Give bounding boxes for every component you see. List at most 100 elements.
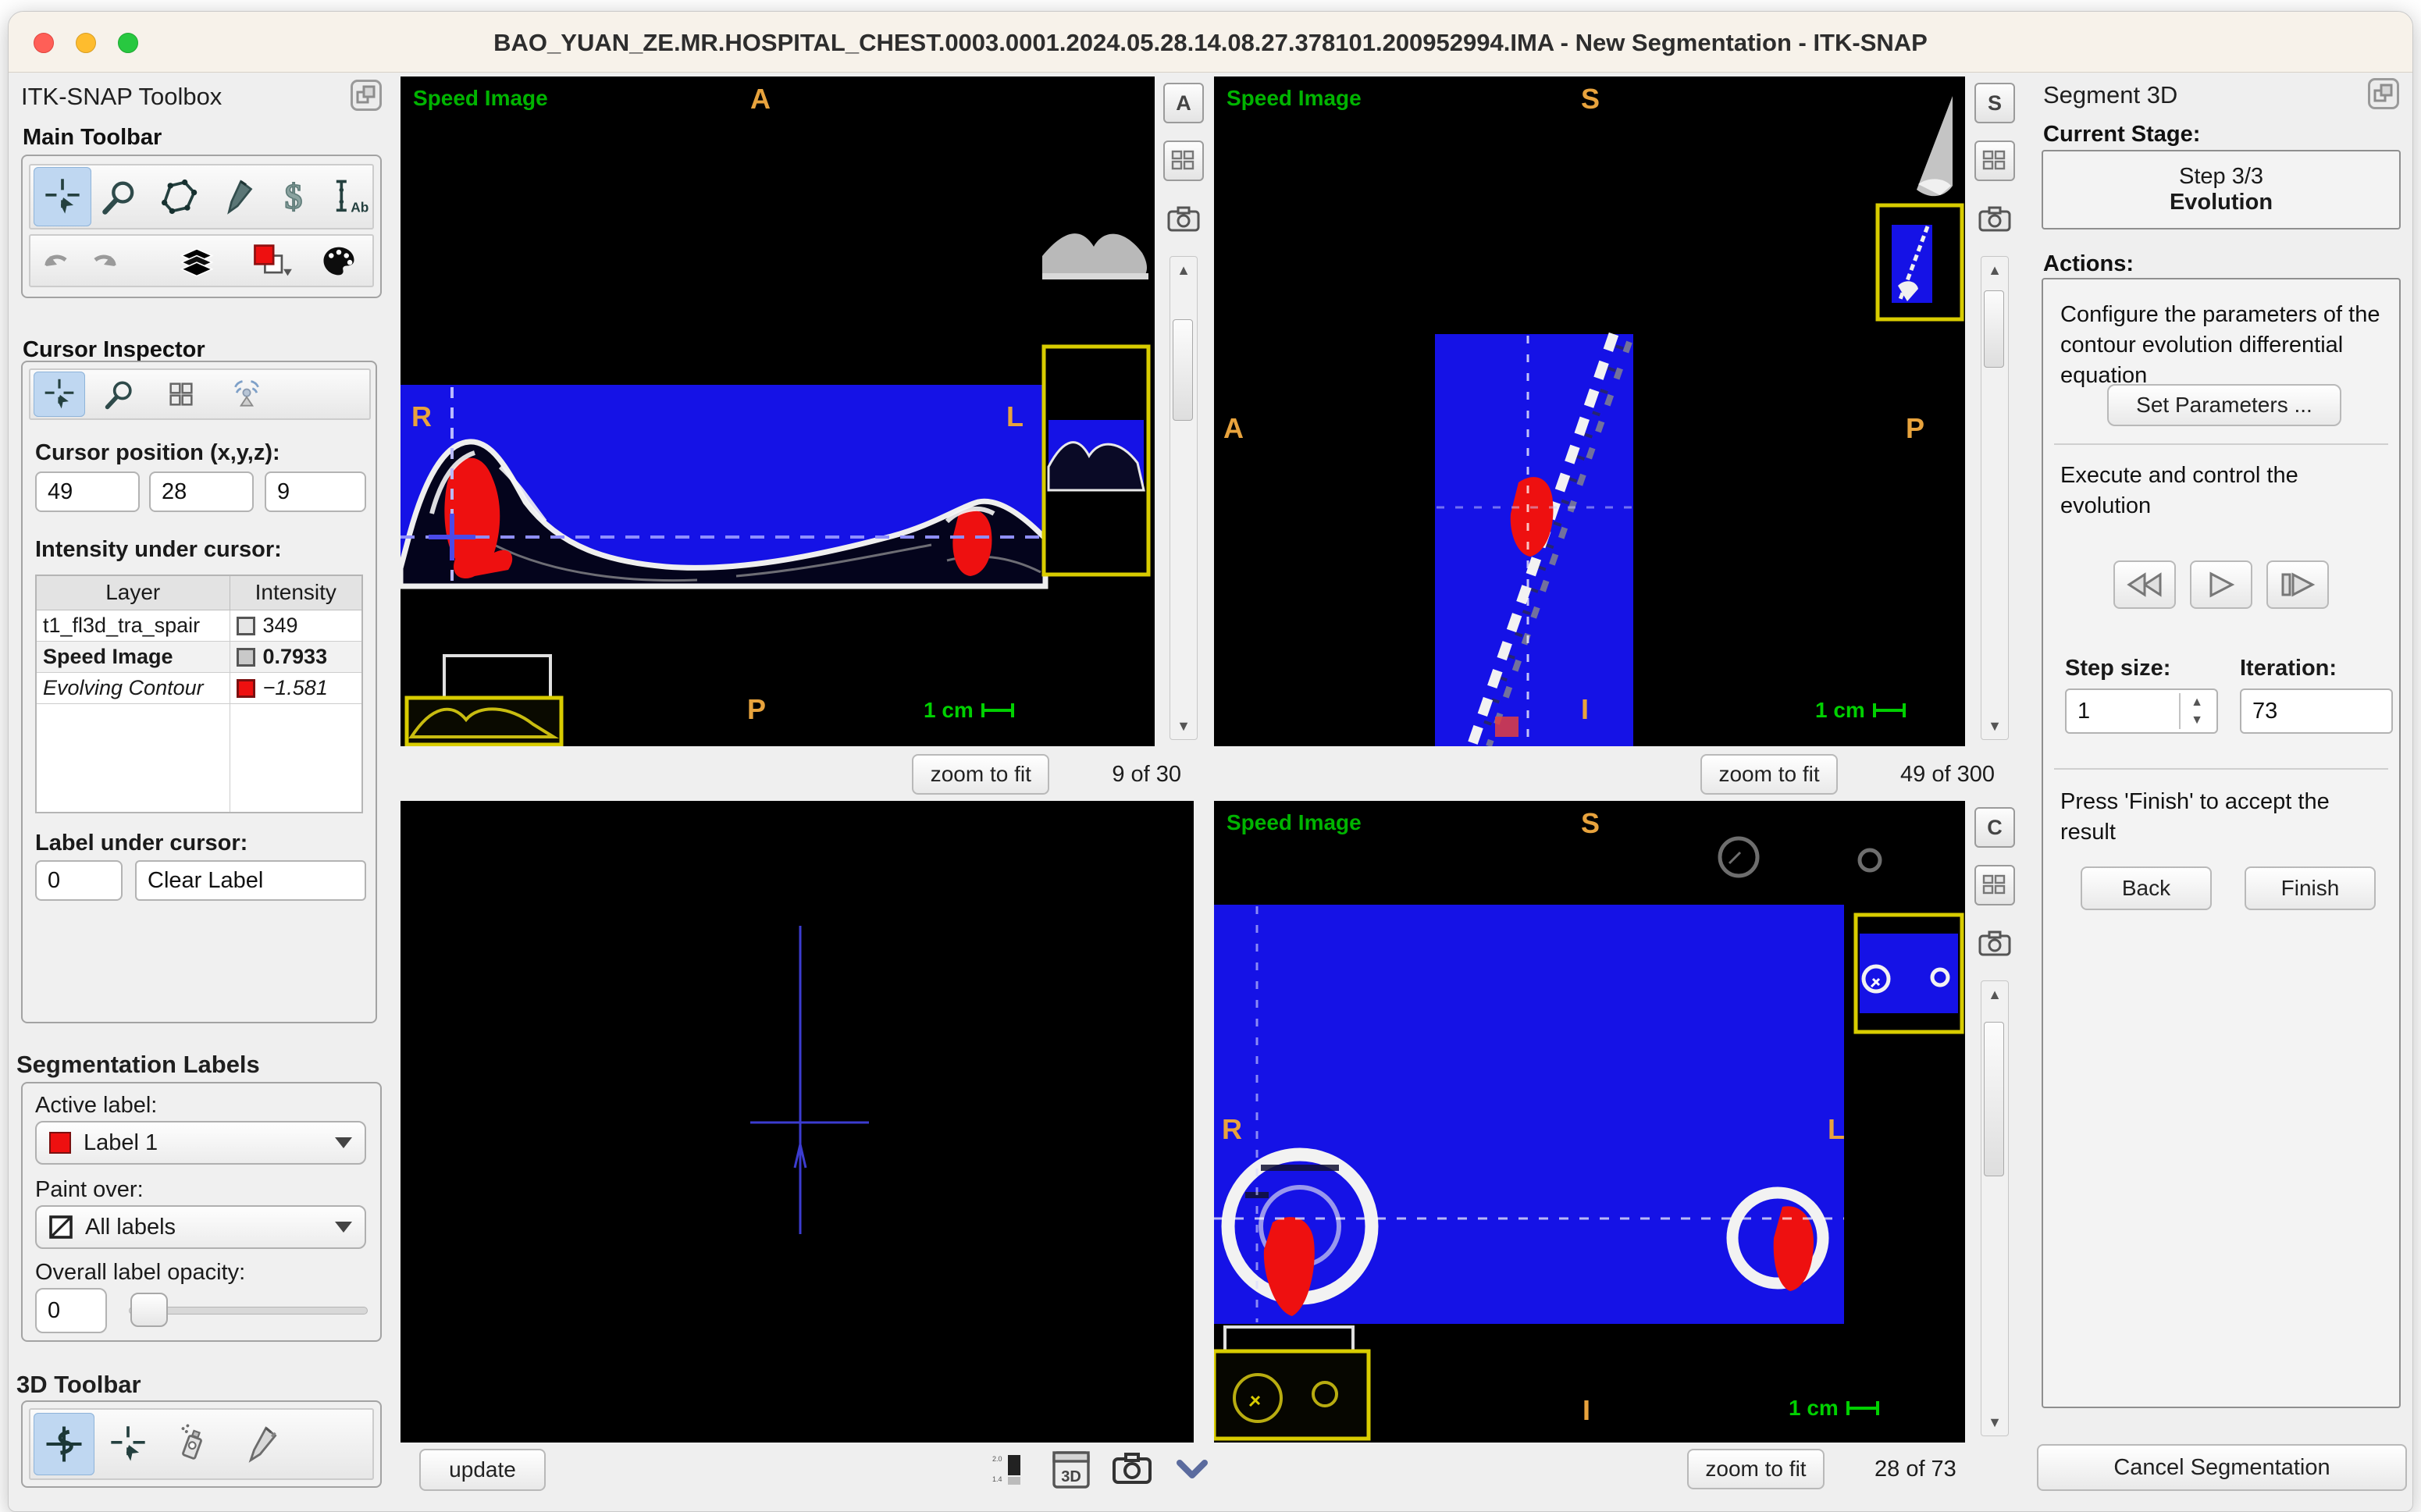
crosshair-3d-tool-button[interactable] [98, 1413, 158, 1475]
axial-scrollbar-thumb[interactable] [1173, 319, 1193, 421]
view-area: Speed Image A R L P 1 cm A ▲ ▼ [397, 73, 2031, 1512]
axial-scrollbar[interactable]: ▲ ▼ [1170, 256, 1198, 740]
active-label-icon[interactable] [243, 237, 301, 284]
scroll-down-icon[interactable]: ▼ [1170, 713, 1197, 739]
crosshair-tool-button[interactable] [34, 167, 91, 226]
orientation-left: R [1222, 1113, 1242, 1146]
scroll-up-icon[interactable]: ▲ [1981, 981, 2008, 1008]
sagittal-slice-count: 49 of 300 [1900, 762, 1995, 788]
coronal-zoom-to-fit-button[interactable]: zoom to fit [1687, 1449, 1825, 1489]
back-button[interactable]: Back [2081, 866, 2212, 910]
display-layout-icon[interactable]: 2.01.4 [991, 1452, 1033, 1489]
undock-toolbox-icon[interactable] [351, 80, 382, 111]
sagittal-strip: S ▲ ▼ [1968, 76, 2021, 746]
expand-panel-chevron-icon[interactable] [1175, 1458, 1209, 1485]
scroll-down-icon[interactable]: ▼ [1981, 713, 2008, 739]
finish-button[interactable]: Finish [2245, 866, 2376, 910]
scroll-up-icon[interactable]: ▲ [1170, 257, 1197, 283]
axial-view[interactable]: Speed Image A R L P 1 cm [401, 76, 1155, 746]
axial-zoom-to-fit-button[interactable]: zoom to fit [912, 754, 1049, 795]
axial-grid-icon[interactable] [1163, 141, 1204, 181]
redo-icon[interactable] [80, 237, 126, 284]
opacity-label: Overall label opacity: [35, 1260, 245, 1286]
coronal-scrollbar[interactable]: ▲ ▼ [1981, 980, 2009, 1436]
sagittal-scrollbar[interactable]: ▲ ▼ [1981, 256, 2009, 740]
execute-text: Execute and control the evolution [2060, 461, 2373, 521]
cancel-segmentation-button[interactable]: Cancel Segmentation [2037, 1444, 2407, 1491]
table-row[interactable]: t1_fl3d_tra_spair 349 [36, 610, 362, 641]
scalpel-tool-button[interactable] [229, 1413, 290, 1475]
cursor-x-input[interactable]: 49 [35, 471, 140, 512]
back-label: Back [2122, 876, 2170, 901]
table-empty-area [36, 703, 362, 813]
step-size-input[interactable]: 1 ▲▼ [2065, 688, 2218, 734]
sagittal-view[interactable]: Speed Image S A P I 1 cm [1214, 76, 1965, 746]
paint-over-dropdown[interactable]: All labels [35, 1205, 366, 1249]
coronal-strip: C ▲ ▼ [1968, 801, 2021, 1443]
layer-inspector-icon[interactable] [171, 237, 223, 284]
ruler-icon [980, 702, 1016, 719]
sagittal-grid-icon[interactable] [1974, 141, 2015, 181]
label-name-box[interactable]: Clear Label [135, 860, 366, 901]
spin-down-icon[interactable]: ▼ [2181, 711, 2213, 729]
scroll-up-icon[interactable]: ▲ [1981, 257, 2008, 283]
tab-zoom-inspector[interactable] [94, 372, 146, 417]
undock-segment3d-icon[interactable] [2368, 78, 2399, 109]
segmentation-labels-group: Active label: Label 1 Paint over: All la… [21, 1082, 382, 1342]
stage-name: Evolution [2170, 190, 2273, 215]
cursor-z-input[interactable]: 9 [265, 471, 366, 512]
tab-layer-inspector[interactable] [155, 372, 207, 417]
scroll-down-icon[interactable]: ▼ [1981, 1409, 2008, 1436]
coronal-scrollbar-thumb[interactable] [1984, 1022, 2004, 1176]
label-id-input[interactable]: 0 [35, 860, 123, 901]
segment3d-panel: Segment 3D Current Stage: Step 3/3 Evolu… [2031, 73, 2413, 1512]
set-parameters-button[interactable]: Set Parameters ... [2107, 384, 2341, 426]
polygon-tool-button[interactable] [149, 167, 207, 226]
opacity-slider-thumb[interactable] [130, 1293, 168, 1327]
current-stage-box: Step 3/3 Evolution [2042, 150, 2401, 229]
paintbrush-tool-button[interactable] [207, 167, 265, 226]
label-editor-palette-icon[interactable] [313, 237, 365, 284]
sagittal-scrollbar-thumb[interactable] [1984, 290, 2004, 368]
orientation-right: P [1906, 412, 1924, 445]
update-3d-button[interactable]: update [419, 1449, 546, 1491]
spray-paint-tool-button[interactable] [163, 1413, 224, 1475]
spin-up-icon[interactable]: ▲ [2181, 693, 2213, 711]
step-evolution-button[interactable] [2266, 560, 2329, 609]
trackball-3d-tool-button[interactable] [34, 1413, 94, 1475]
tab-cursor-inspector[interactable] [34, 372, 85, 417]
screenshot-camera-icon[interactable] [1113, 1452, 1153, 1488]
active-label-dropdown[interactable]: Label 1 [35, 1121, 366, 1165]
step-size-value: 1 [2077, 699, 2090, 724]
sagittal-camera-icon[interactable] [1974, 198, 2015, 239]
cursor-x-value: 49 [48, 479, 73, 505]
coronal-orientation-icon[interactable]: C [1974, 807, 2015, 848]
axial-camera-icon[interactable] [1163, 198, 1204, 239]
active-label-color-swatch [49, 1132, 71, 1154]
sagittal-orientation-icon[interactable]: S [1974, 83, 2015, 123]
coronal-grid-icon[interactable] [1974, 865, 2015, 905]
step-size-label: Step size: [2065, 656, 2170, 681]
coronal-camera-icon[interactable] [1974, 923, 2015, 963]
opacity-input[interactable]: 0 [35, 1288, 107, 1333]
annotation-tool-button[interactable]: Ab [322, 167, 374, 226]
iteration-input[interactable]: 73 [2240, 688, 2393, 734]
cursor-y-input[interactable]: 28 [149, 471, 254, 512]
axial-orientation-icon[interactable]: A [1163, 83, 1204, 123]
rewind-evolution-button[interactable] [2113, 560, 2176, 609]
snake-tool-button[interactable]: $ [265, 167, 322, 226]
table-row[interactable]: Speed Image 0.7933 [36, 641, 362, 672]
tab-sync-inspector[interactable] [221, 372, 272, 417]
set-parameters-label: Set Parameters ... [2136, 393, 2312, 418]
3d-window-icon[interactable]: 3D [1052, 1450, 1092, 1489]
undo-icon[interactable] [35, 237, 80, 284]
play-evolution-button[interactable] [2190, 560, 2252, 609]
orientation-bottom: I [1581, 693, 1589, 726]
zoom-tool-button[interactable] [91, 167, 149, 226]
coronal-view[interactable]: Speed Image S R L I 1 cm [1214, 801, 1965, 1443]
main-toolbar-label: Main Toolbar [23, 125, 162, 151]
step-size-spinner[interactable]: ▲▼ [2179, 693, 2213, 729]
view-3d[interactable] [401, 801, 1194, 1443]
table-row[interactable]: Evolving Contour −1.581 [36, 672, 362, 703]
sagittal-zoom-to-fit-button[interactable]: zoom to fit [1700, 754, 1838, 795]
